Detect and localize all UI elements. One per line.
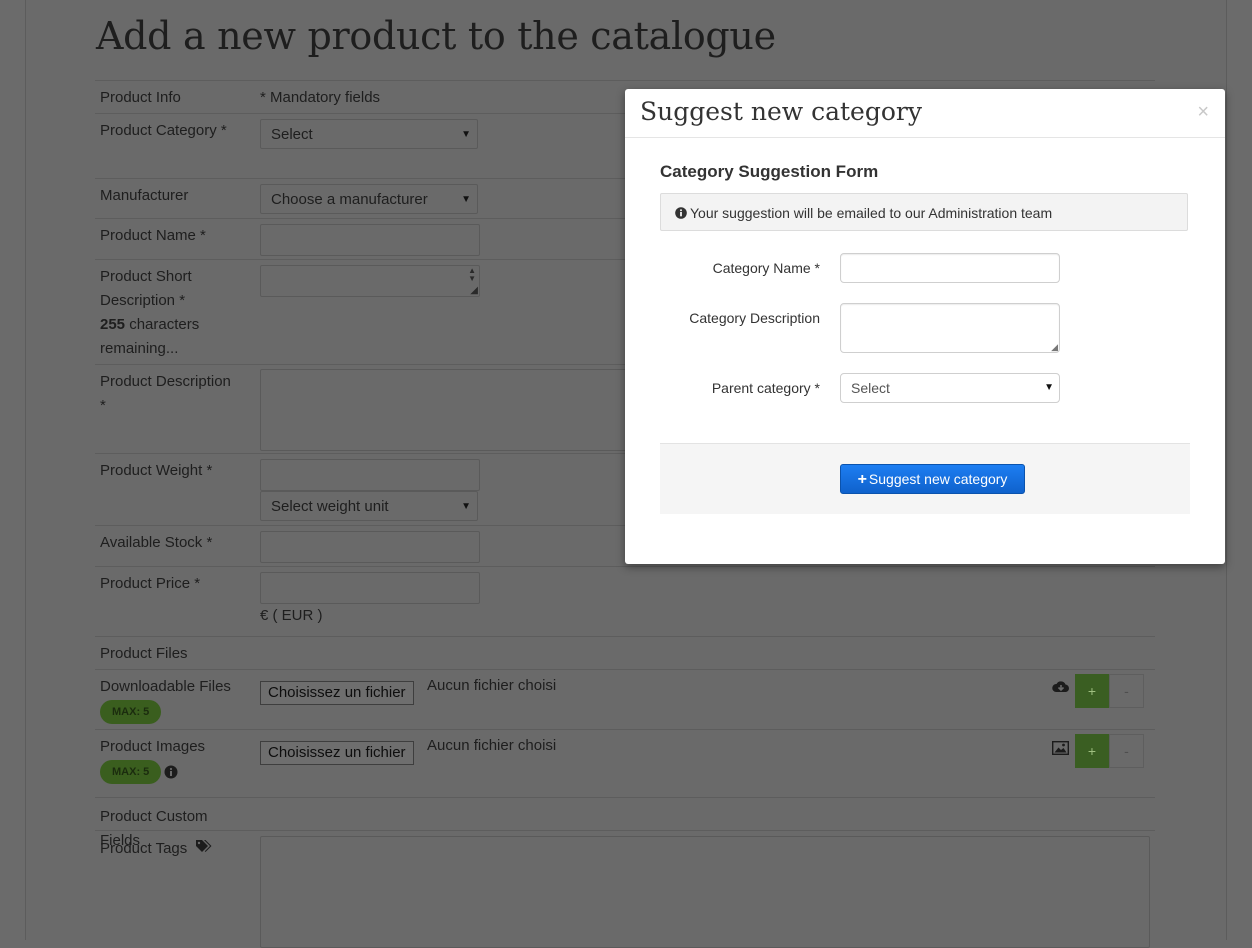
manufacturer-select[interactable]: Choose a manufacturer ▼ xyxy=(260,184,478,214)
info-text: Your suggestion will be emailed to our A… xyxy=(690,205,1053,221)
resize-handle-icon[interactable]: ◢ xyxy=(1051,342,1058,353)
price-row: Product Price * € ( EUR ) xyxy=(95,566,1155,637)
char-remaining: remaining... xyxy=(100,340,179,357)
char-count: 255 xyxy=(100,316,126,333)
stock-label: Available Stock * xyxy=(100,534,213,551)
info-circle-icon[interactable] xyxy=(164,765,178,783)
description-label-line1: Product Description xyxy=(100,373,231,390)
suggest-category-button[interactable]: + Suggest new category xyxy=(840,464,1025,494)
price-label: Product Price * xyxy=(100,575,201,592)
char-count-suffix: characters xyxy=(125,316,200,333)
images-file-status: Aucun fichier choisi xyxy=(427,737,557,754)
tags-label-wrap: Product Tags xyxy=(100,837,250,861)
description-editor[interactable] xyxy=(260,369,632,451)
short-desc-label-line2: Description * xyxy=(100,292,186,309)
weight-unit-value: Select weight unit xyxy=(271,498,389,515)
weight-unit-select[interactable]: Select weight unit ▼ xyxy=(260,491,478,521)
manufacturer-select-value: Choose a manufacturer xyxy=(271,191,428,208)
files-section-row: Product Files xyxy=(95,636,1155,670)
category-description-textarea[interactable]: ◢ xyxy=(840,303,1060,353)
suggest-category-modal: Suggest new category × Category Suggesti… xyxy=(625,89,1225,564)
images-row: Product Images MAX: 5 Choisissez un fich… xyxy=(95,729,1155,798)
stock-input[interactable] xyxy=(260,531,480,563)
info-circle-icon xyxy=(675,195,687,233)
remove-downloadable-button[interactable]: - xyxy=(1109,674,1144,708)
char-counter: 255 characters xyxy=(100,313,250,337)
files-section-label: Product Files xyxy=(100,645,188,662)
name-label: Product Name * xyxy=(100,227,206,244)
close-icon[interactable]: × xyxy=(1197,101,1209,124)
weight-label: Product Weight * xyxy=(100,462,213,479)
tags-icon xyxy=(195,837,213,861)
modal-title: Suggest new category xyxy=(640,97,922,126)
product-name-input[interactable] xyxy=(260,224,480,256)
modal-header: Suggest new category × xyxy=(625,89,1225,138)
price-input[interactable] xyxy=(260,572,480,604)
images-max-badge: MAX: 5 xyxy=(100,760,162,784)
caret-down-icon: ▼ xyxy=(1044,382,1054,393)
tags-input[interactable] xyxy=(260,836,1150,948)
description-label-line2: * xyxy=(100,397,106,414)
downloadable-max-badge: MAX: 5 xyxy=(100,700,162,724)
plus-icon: + xyxy=(857,471,867,488)
tags-row: Product Tags xyxy=(95,830,1155,948)
category-name-input[interactable] xyxy=(840,253,1060,283)
image-icon xyxy=(1051,740,1070,759)
images-file-button[interactable]: Choisissez un fichier xyxy=(260,741,414,765)
images-label: Product Images xyxy=(100,738,206,755)
category-select[interactable]: Select ▼ xyxy=(260,119,478,149)
remove-image-button[interactable]: - xyxy=(1109,734,1144,768)
cloud-download-icon xyxy=(1052,680,1070,698)
price-currency: € ( EUR ) xyxy=(260,607,323,624)
parent-category-label: Parent category * xyxy=(711,380,820,396)
parent-category-select[interactable]: Select ▼ xyxy=(840,373,1060,403)
tags-label: Product Tags xyxy=(100,840,188,857)
page-title: Add a new product to the catalogue xyxy=(96,14,776,58)
category-description-label: Category Description xyxy=(689,310,820,326)
product-info-label: Product Info xyxy=(100,89,181,106)
downloadable-row: Downloadable Files MAX: 5 Choisissez un … xyxy=(95,669,1155,730)
add-downloadable-button[interactable]: + xyxy=(1075,674,1109,708)
category-label: Product Category * xyxy=(100,122,227,139)
resize-handle-icon[interactable]: ◢ xyxy=(470,285,478,296)
downloadable-label: Downloadable Files xyxy=(100,678,231,695)
downloadable-file-status: Aucun fichier choisi xyxy=(427,677,557,694)
downloadable-file-button[interactable]: Choisissez un fichier xyxy=(260,681,414,705)
info-alert: Your suggestion will be emailed to our A… xyxy=(660,193,1188,231)
form-title: Category Suggestion Form xyxy=(660,162,879,181)
caret-down-icon: ▼ xyxy=(461,501,471,512)
short-desc-label-line1: Product Short xyxy=(100,268,192,285)
short-description-textarea[interactable]: ▲ ▼ ◢ xyxy=(260,265,480,297)
custom-fields-row: Product Custom Fields xyxy=(95,797,1155,849)
caret-down-icon: ▼ xyxy=(461,129,471,140)
weight-input[interactable] xyxy=(260,459,480,491)
caret-down-icon: ▼ xyxy=(461,194,471,205)
parent-category-value: Select xyxy=(851,380,890,396)
category-name-label: Category Name * xyxy=(712,260,820,276)
add-image-button[interactable]: + xyxy=(1075,734,1109,768)
suggest-category-button-label: Suggest new category xyxy=(868,471,1008,487)
modal-footer: + Suggest new category xyxy=(660,443,1190,514)
spinner-icon: ▲ ▼ xyxy=(468,266,476,283)
mandatory-note: * Mandatory fields xyxy=(260,89,381,106)
manufacturer-label: Manufacturer xyxy=(100,187,189,204)
category-select-value: Select xyxy=(271,126,313,143)
